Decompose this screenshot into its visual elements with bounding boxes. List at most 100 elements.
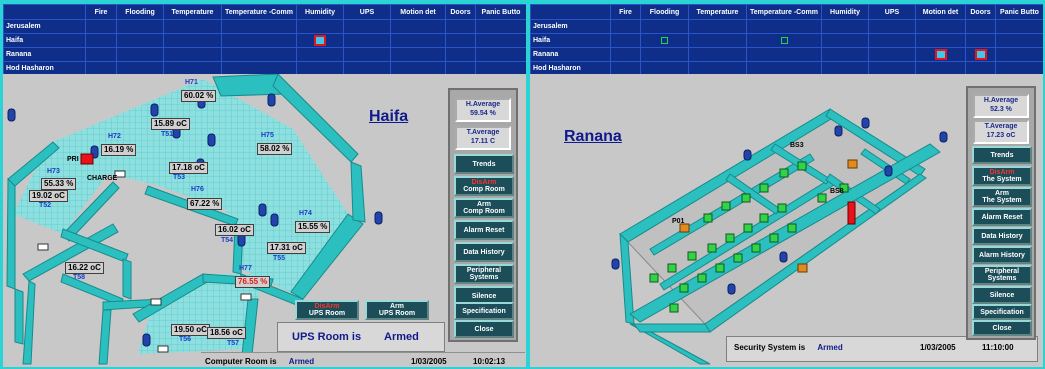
ranana-control-panel: H.Average 52.3 % T.Average 17.23 oC Tren…	[966, 86, 1036, 340]
row-label[interactable]: Jerusalem	[3, 19, 86, 34]
temp-comm-ok-indicator[interactable]	[780, 36, 788, 44]
button-label-bottom: Comp Room	[463, 208, 505, 215]
arm-ups-room-button[interactable]: Arm UPS Room	[365, 300, 429, 320]
sensor-h77[interactable]: 76.55 %	[235, 276, 271, 288]
alarm-reset-button[interactable]: Alarm Reset	[972, 208, 1032, 226]
button-label: Alarm Reset	[463, 226, 505, 234]
row-label[interactable]: Ranana	[3, 47, 86, 62]
button-label: Close	[992, 324, 1012, 332]
grid-corner	[3, 4, 86, 20]
alarm-history-button[interactable]: Alarm History	[972, 246, 1032, 264]
grid-row-haifa[interactable]: Haifa	[530, 33, 1043, 48]
site-title-haifa[interactable]: Haifa	[369, 108, 408, 126]
silence-button[interactable]: Silence	[972, 286, 1032, 304]
button-label: Silence	[989, 291, 1015, 299]
grid-row-jerusalem[interactable]: Jerusalem	[530, 19, 1043, 34]
trends-button[interactable]: Trends	[454, 154, 514, 174]
row-label[interactable]: Ranana	[530, 47, 611, 62]
grid-corner	[530, 4, 611, 20]
button-label-top: DisArm	[314, 303, 340, 310]
grid-row-jerusalem[interactable]: Jerusalem	[3, 19, 526, 34]
disarm-comp-room-button[interactable]: DisArm Comp Room	[454, 176, 514, 196]
footer-date: 1/03/2005	[411, 357, 447, 366]
button-label-top: DisArm	[471, 179, 497, 186]
specification-button[interactable]: Specification	[972, 304, 1032, 320]
tag-p01: P01	[672, 218, 685, 225]
status-grid-left: Fire Flooding Temperature Temperature -C…	[3, 4, 526, 76]
grid-row-haifa[interactable]: Haifa	[3, 33, 526, 48]
humidity-alarm-indicator[interactable]	[314, 35, 326, 46]
h-average-value: 59.54	[470, 110, 488, 117]
button-label: Trends	[472, 160, 496, 168]
site-title-ranana[interactable]: Ranana	[564, 128, 622, 146]
button-label-bottom: Systems	[469, 274, 499, 281]
footer-label: Security System is	[734, 343, 806, 352]
haifa-floor-plan: H71 60.02 % 15.89 oC T51 H72 16.19 % H75…	[3, 74, 526, 367]
motion-alarm-indicator[interactable]	[934, 49, 947, 60]
t-average-label: T.Average	[466, 129, 500, 136]
grid-row-ranana[interactable]: Ranana	[530, 47, 1043, 62]
tag-t56: T56	[179, 336, 192, 343]
sensor-h76[interactable]: 67.22 %	[187, 198, 223, 210]
sensor-t58[interactable]: 16.22 oC	[65, 262, 104, 274]
col-flooding: Flooding	[640, 4, 689, 20]
row-label[interactable]: Jerusalem	[530, 19, 611, 34]
sensor-h73[interactable]: 55.33 %	[41, 178, 77, 190]
tag-h77: H77	[239, 265, 252, 272]
sensor-h74[interactable]: 15.55 %	[295, 221, 331, 233]
sensor-t53[interactable]: 17.18 oC	[169, 162, 208, 174]
data-history-button[interactable]: Data History	[972, 227, 1032, 245]
close-button[interactable]: Close	[972, 320, 1032, 336]
col-panic-button: Panic Butto	[995, 4, 1043, 20]
grid-row-ranana[interactable]: Ranana	[3, 47, 526, 62]
data-history-button[interactable]: Data History	[454, 242, 514, 262]
col-doors: Doors	[445, 4, 476, 20]
row-label[interactable]: Haifa	[3, 33, 86, 48]
close-button[interactable]: Close	[454, 320, 514, 338]
h-average-box: H.Average 59.54 %	[455, 98, 511, 122]
sensor-t57[interactable]: 18.56 oC	[207, 327, 246, 339]
ups-status-box: UPS Room is Armed	[277, 322, 445, 352]
row-label[interactable]: Haifa	[530, 33, 611, 48]
tag-t55: T55	[273, 255, 286, 262]
footer-computer-room: Computer Room is Armed	[205, 357, 314, 366]
col-doors: Doors	[965, 4, 996, 20]
sensor-t56[interactable]: 19.50 oC	[171, 324, 210, 336]
sensor-h75[interactable]: 58.02 %	[257, 143, 293, 155]
doors-alarm-indicator[interactable]	[974, 49, 987, 60]
ups-status-value: Armed	[384, 331, 419, 343]
t-average-label: T.Average	[984, 123, 1018, 130]
col-motion-det: Motion det	[915, 4, 966, 20]
tag-t58: T58	[73, 274, 86, 281]
sensor-h71[interactable]: 60.02 %	[181, 90, 217, 102]
button-label-bottom: Systems	[987, 275, 1017, 282]
col-temperature: Temperature	[163, 4, 222, 20]
disarm-ups-room-button[interactable]: DisArm UPS Room	[295, 300, 359, 320]
t-average-unit: oC	[1006, 132, 1016, 139]
col-temperature: Temperature	[688, 4, 747, 20]
tag-t53: T53	[173, 174, 186, 181]
tag-bs3: BS3	[790, 142, 804, 149]
sensor-t52[interactable]: 19.02 oC	[29, 190, 68, 202]
col-ups: UPS	[868, 4, 916, 20]
h-average-unit: %	[1005, 106, 1012, 113]
sensor-t51[interactable]: 15.89 oC	[151, 118, 190, 130]
button-label-top: Peripheral	[466, 267, 502, 274]
button-label-top: Arm	[994, 190, 1009, 197]
peripheral-systems-button[interactable]: Peripheral Systems	[972, 265, 1032, 285]
button-label: Trends	[990, 151, 1014, 159]
sensor-h72[interactable]: 16.19 %	[101, 144, 137, 156]
h-average-unit: %	[489, 110, 496, 117]
specification-button[interactable]: Specification	[454, 302, 514, 320]
trends-button[interactable]: Trends	[972, 146, 1032, 164]
arm-system-button[interactable]: Arm The System	[972, 187, 1032, 207]
flooding-ok-indicator[interactable]	[661, 36, 668, 44]
sensor-t54[interactable]: 16.02 oC	[215, 224, 254, 236]
arm-comp-room-button[interactable]: Arm Comp Room	[454, 198, 514, 218]
sensor-t55[interactable]: 17.31 oC	[267, 242, 306, 254]
disarm-system-button[interactable]: DisArm The System	[972, 166, 1032, 186]
alarm-reset-button[interactable]: Alarm Reset	[454, 220, 514, 240]
peripheral-systems-button[interactable]: Peripheral Systems	[454, 264, 514, 284]
col-temperature-comm: Temperature -Comm	[746, 4, 822, 20]
h-average-label: H.Average	[983, 97, 1019, 104]
